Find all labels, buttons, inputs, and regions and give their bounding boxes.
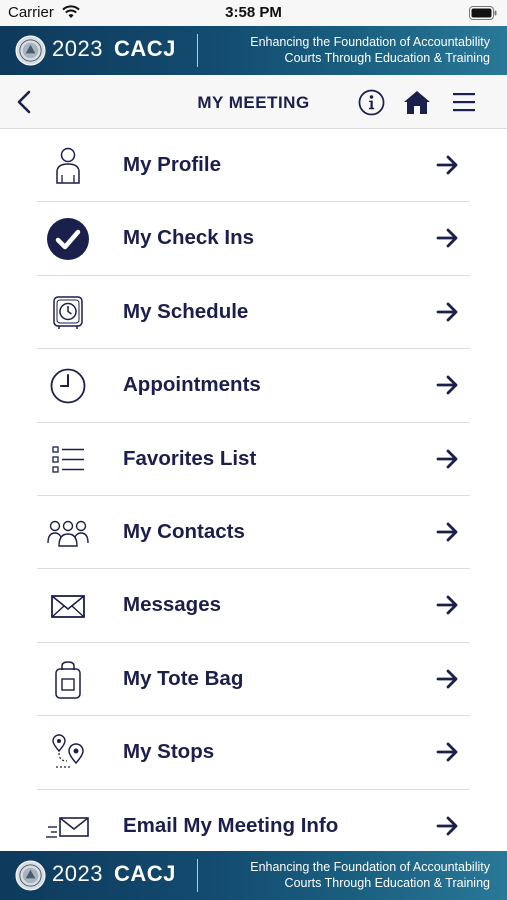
menu-item-label: My Profile (123, 153, 221, 176)
clock-schedule-icon (46, 291, 90, 335)
menu-item-my-tote-bag[interactable]: My Tote Bag (0, 643, 507, 717)
banner-tagline-line2: Courts Through Education & Training (284, 876, 490, 890)
group-icon (46, 511, 90, 555)
menu-item-label: My Schedule (123, 299, 249, 323)
back-chevron-icon[interactable] (12, 89, 38, 115)
menu-item-label: My Contacts (123, 519, 245, 543)
menu-item-label: My Stops (123, 740, 215, 764)
hamburger-menu-icon[interactable] (452, 90, 476, 114)
arrow-right-icon (436, 742, 458, 762)
menu-item-email-my-meeting-info[interactable]: Email My Meeting Info (0, 790, 507, 851)
tote-bag-icon (46, 658, 90, 702)
banner-divider (197, 859, 198, 892)
menu-item-my-schedule[interactable]: My Schedule (0, 276, 507, 350)
menu-list: My Profile My Check Ins My Schedule Appo… (0, 129, 507, 851)
menu-item-appointments[interactable]: Appointments (0, 349, 507, 423)
checkmark-circle-icon (46, 217, 90, 261)
menu-item-my-stops[interactable]: My Stops (0, 716, 507, 790)
banner-tagline: Enhancing the Foundation of Accountabili… (206, 34, 490, 66)
arrow-right-icon (436, 449, 458, 468)
banner-acronym: CACJ (114, 861, 176, 886)
menu-item-messages[interactable]: Messages (0, 569, 507, 644)
menu-item-label: My Tote Bag (123, 666, 244, 690)
arrow-right-icon (436, 155, 458, 175)
menu-item-favorites-list[interactable]: Favorites List (0, 423, 507, 497)
banner-acronym: CACJ (114, 36, 176, 61)
status-bar: Carrier 3:58 PM (0, 0, 507, 26)
state-seal-logo (15, 860, 46, 891)
arrow-right-icon (436, 228, 458, 248)
menu-item-label: Email My Meeting Info (123, 813, 339, 837)
menu-item-label: Favorites List (123, 446, 257, 470)
banner-year: 2023 (52, 36, 103, 61)
banner-tagline-line1: Enhancing the Foundation of Accountabili… (250, 860, 490, 874)
banner-tagline-line2: Courts Through Education & Training (284, 51, 490, 65)
arrow-right-icon (436, 375, 458, 395)
arrow-right-icon (436, 816, 458, 835)
arrow-right-icon (436, 522, 458, 542)
arrow-right-icon (436, 302, 458, 322)
navigation-bar: MY MEETING (0, 75, 507, 129)
arrow-right-icon (436, 595, 458, 615)
map-pins-icon (46, 731, 90, 775)
home-icon[interactable] (403, 89, 431, 115)
header-banner: 2023 CACJ Enhancing the Foundation of Ac… (0, 26, 507, 75)
banner-tagline: Enhancing the Foundation of Accountabili… (206, 859, 490, 891)
battery-icon (469, 6, 497, 20)
info-icon[interactable] (358, 89, 385, 116)
menu-item-label: Appointments (123, 373, 261, 397)
arrow-right-icon (436, 669, 458, 689)
menu-item-my-check-ins[interactable]: My Check Ins (0, 202, 507, 277)
banner-tagline-line1: Enhancing the Foundation of Accountabili… (250, 35, 490, 49)
banner-year: 2023 (52, 861, 103, 886)
clock-icon (46, 364, 90, 408)
envelope-icon (46, 584, 90, 628)
menu-item-label: My Check Ins (123, 226, 255, 250)
person-icon (46, 144, 90, 188)
banner-divider (197, 34, 198, 67)
menu-item-my-contacts[interactable]: My Contacts (0, 496, 507, 570)
page-title: MY MEETING (197, 93, 310, 112)
footer-banner: 2023 CACJ Enhancing the Foundation of Ac… (0, 851, 507, 900)
send-mail-icon (46, 805, 90, 849)
menu-item-label: Messages (123, 593, 222, 617)
menu-item-my-profile[interactable]: My Profile (0, 129, 507, 203)
state-seal-logo (15, 35, 46, 66)
status-time: 3:58 PM (225, 4, 282, 21)
checklist-icon (46, 438, 90, 482)
